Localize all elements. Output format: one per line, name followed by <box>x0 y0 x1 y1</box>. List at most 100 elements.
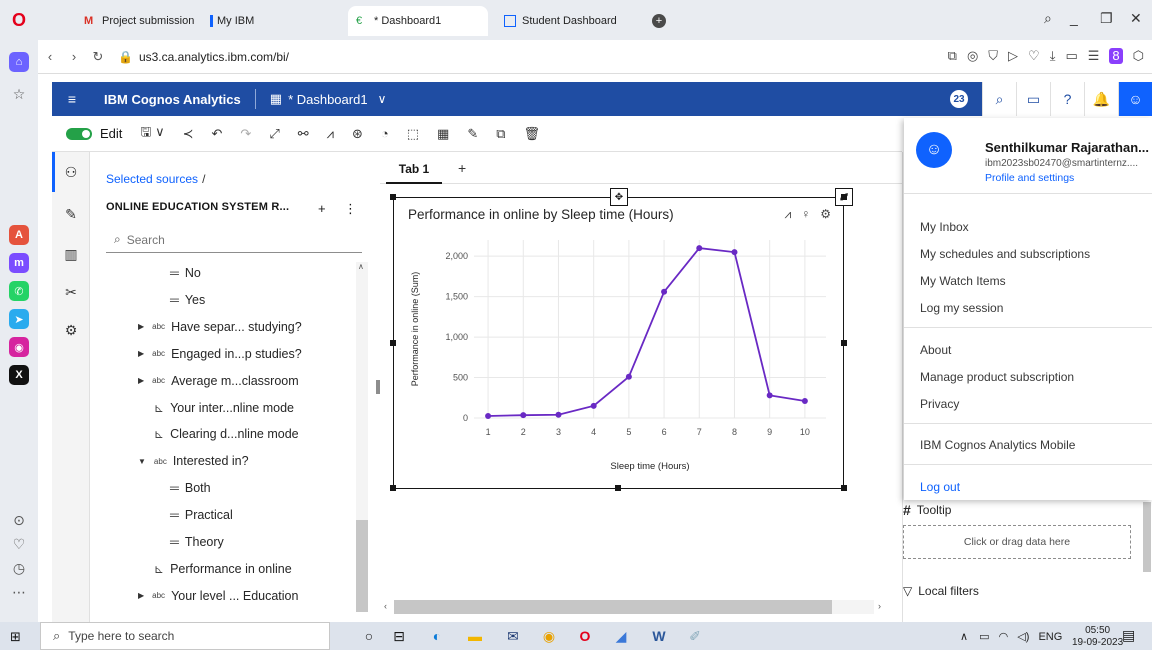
chrome-icon[interactable]: ◉ <box>540 627 558 645</box>
more-icon[interactable]: ⋯ <box>9 584 29 604</box>
tree-item[interactable]: ⊾ Your inter...nline mode <box>154 397 294 419</box>
menu-item-log-session[interactable]: Log my session <box>920 301 1003 315</box>
menu-icon[interactable]: ☰ <box>1088 48 1100 64</box>
resize-handle[interactable] <box>841 194 847 200</box>
more-options-icon[interactable]: ⋮ <box>344 201 357 217</box>
edit-toggle[interactable] <box>66 127 92 140</box>
menu-item-privacy[interactable]: Privacy <box>920 397 959 411</box>
tree-item[interactable]: ▶ abc Average m...classroom <box>138 370 299 392</box>
properties-scrollbar[interactable] <box>1143 502 1151 572</box>
chat-button[interactable]: ▭ <box>1016 82 1050 116</box>
pin-icon[interactable]: ✎ <box>467 126 478 142</box>
whatsapp-icon[interactable]: ✆ <box>9 281 29 301</box>
browser-tab-dashboard1[interactable]: € * Dashboard1 <box>348 6 488 36</box>
tree-item[interactable]: ═ Theory <box>170 531 224 553</box>
local-filters[interactable]: ▽ Local filters <box>903 584 979 598</box>
resize-handle[interactable] <box>390 340 396 346</box>
delete-icon[interactable]: 🗑 <box>524 126 541 142</box>
reload-button[interactable]: ↻ <box>86 49 110 65</box>
scroll-left-icon[interactable]: ‹ <box>384 601 387 611</box>
tree-item[interactable]: ═ No <box>170 262 201 284</box>
profile-settings-link[interactable]: Profile and settings <box>985 172 1074 184</box>
notifications-button[interactable]: 🔔 <box>1084 82 1118 116</box>
new-tab-button[interactable]: + <box>652 14 666 28</box>
caret-right-icon[interactable]: ▶ <box>138 322 144 331</box>
undo-icon[interactable]: ↶ <box>212 126 223 142</box>
relationship-icon[interactable]: ⚯ <box>298 126 309 142</box>
resize-handle[interactable] <box>841 485 847 491</box>
download-icon[interactable]: ⤓ <box>1050 48 1056 64</box>
task-view-icon[interactable]: ⊟ <box>390 627 408 645</box>
taskbar-search[interactable]: ⌕ Type here to search <box>40 622 330 650</box>
mail-icon[interactable]: ✉ <box>504 627 522 645</box>
breadcrumb[interactable]: Selected sources / <box>106 172 205 186</box>
settings-icon[interactable]: ⚙ <box>820 207 831 222</box>
data-sources-icon[interactable]: ⚇ <box>62 164 80 182</box>
notification-count-badge[interactable]: 23 <box>950 90 968 108</box>
pin-icon[interactable]: ✎ <box>62 206 80 224</box>
tree-item[interactable]: ═ Both <box>170 477 211 499</box>
menu-item-my-inbox[interactable]: My Inbox <box>920 220 969 234</box>
windows-start-icon[interactable]: ⊞ <box>10 629 21 645</box>
messenger-icon[interactable]: m <box>9 253 29 273</box>
home-icon[interactable]: ⌂ <box>9 52 29 72</box>
word-icon[interactable]: W <box>650 627 668 645</box>
play-icon[interactable]: ▷ <box>1008 48 1018 64</box>
tree-item[interactable]: ═ Yes <box>170 289 205 311</box>
history-icon[interactable]: ◷ <box>9 560 29 580</box>
caret-right-icon[interactable]: ▶ <box>138 349 144 358</box>
table-icon[interactable]: ▦ <box>437 126 449 142</box>
resize-handle[interactable] <box>390 485 396 491</box>
browser-tab-my-ibm[interactable]: My IBM <box>202 6 338 36</box>
app-icon[interactable]: ◢ <box>612 627 630 645</box>
filter-icon[interactable]: ◔ <box>381 126 389 141</box>
copy-icon[interactable]: ⧉ <box>496 126 505 142</box>
scroll-right-icon[interactable]: › <box>878 601 881 611</box>
tree-item[interactable]: ▶ abc Have separ... studying? <box>138 316 302 338</box>
menu-item-mobile[interactable]: IBM Cognos Analytics Mobile <box>920 438 1075 452</box>
url-field[interactable]: 🔒 us3.ca.analytics.ibm.com/bi/ <box>118 50 289 64</box>
scroll-up-icon[interactable]: ∧ <box>358 262 364 271</box>
resize-handle[interactable] <box>841 340 847 346</box>
chart-widget[interactable]: 0 500 1,000 1,500 2,000 1 2 3 4 5 6 7 8 9 10 Sleep time… <box>393 197 844 489</box>
browser-tab-student-dashboard[interactable]: Student Dashboard <box>496 6 646 36</box>
user-button[interactable]: ☺ <box>1118 82 1152 116</box>
add-tab-button[interactable]: + <box>458 160 466 176</box>
tree-item[interactable]: ⊾ Clearing d...nline mode <box>154 423 299 445</box>
menu-item-schedules[interactable]: My schedules and subscriptions <box>920 247 1090 261</box>
wifi-icon[interactable]: ◠ <box>999 631 1009 643</box>
select-icon[interactable]: ⬚ <box>407 126 419 142</box>
back-button[interactable]: ‹ <box>38 49 62 64</box>
resize-handle[interactable] <box>390 194 396 200</box>
caret-right-icon[interactable]: ▶ <box>138 376 144 385</box>
battery-icon[interactable]: ▭ <box>979 631 989 643</box>
battery-icon[interactable]: ▭ <box>1065 48 1077 64</box>
file-explorer-icon[interactable]: ▬ <box>466 627 484 645</box>
add-source-button[interactable]: + <box>318 201 326 216</box>
menu-item-about[interactable]: About <box>920 343 951 357</box>
tree-scrollbar[interactable]: ∧ <box>356 262 368 612</box>
caret-right-icon[interactable]: ▶ <box>138 591 144 600</box>
move-handle-icon[interactable]: ✥ <box>610 188 628 206</box>
tree-item[interactable]: ═ Practical <box>170 504 233 526</box>
tooltip-dropzone[interactable]: Click or drag data here <box>903 525 1131 559</box>
chart-type-icon[interactable]: ⩘ <box>784 207 791 222</box>
shield-icon[interactable]: ⛉ <box>988 48 998 64</box>
theme-icon[interactable]: ⊛ <box>352 126 363 142</box>
cortana-icon[interactable]: ○ <box>360 627 378 645</box>
visualizations-icon[interactable]: ▥ <box>62 246 80 264</box>
search-input[interactable] <box>126 232 327 247</box>
save-icon[interactable]: 🖫 ∨ <box>140 123 164 145</box>
volume-icon[interactable]: ◁) <box>1017 631 1029 643</box>
scrollbar-thumb[interactable] <box>394 600 832 614</box>
expand-icon[interactable]: ⤢ <box>269 126 279 142</box>
heart-icon[interactable]: ♡ <box>1028 48 1040 64</box>
cube-icon[interactable]: ⬡ <box>1133 48 1144 64</box>
chart-icon[interactable]: ⩘ <box>327 126 334 142</box>
favorites-icon[interactable]: ♡ <box>9 536 29 556</box>
chevron-down-icon[interactable]: ∨ <box>378 92 387 106</box>
language-indicator[interactable]: ENG <box>1038 631 1062 643</box>
extension-icon[interactable]: 8 <box>1109 48 1123 64</box>
share-icon[interactable]: ≺ <box>183 126 194 142</box>
insights-icon[interactable]: ♀ <box>801 207 810 222</box>
